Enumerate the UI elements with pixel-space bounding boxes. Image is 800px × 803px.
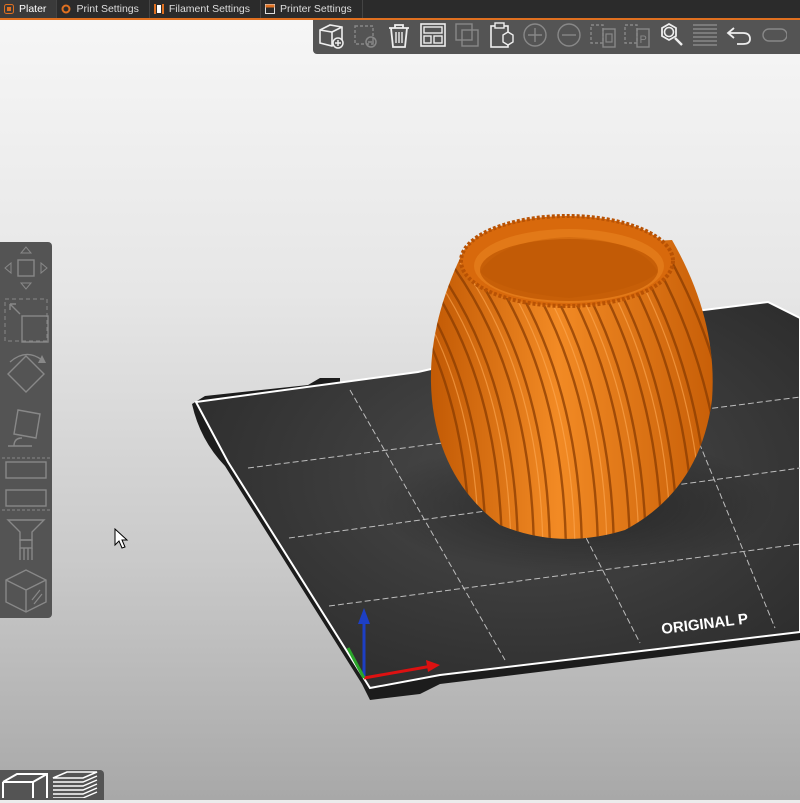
layers-editing-button[interactable] <box>689 21 721 53</box>
tab-printer-settings[interactable]: Printer Settings <box>261 0 363 18</box>
variable-layer-button[interactable] <box>2 568 50 616</box>
rotate-icon <box>2 348 50 405</box>
seam-painting-icon <box>2 516 50 569</box>
delete-all-button[interactable] <box>383 21 415 53</box>
tab-label: Printer Settings <box>280 3 352 15</box>
arrange-icon <box>419 21 447 54</box>
rotate-tool-button[interactable] <box>2 350 50 402</box>
search-icon <box>657 21 685 54</box>
preview-layers-icon <box>51 768 99 803</box>
paste-button[interactable] <box>485 21 517 53</box>
seam-painting-button[interactable] <box>2 518 50 566</box>
add-icon <box>317 21 345 54</box>
3d-viewport[interactable]: ORIGINAL P <box>0 20 800 800</box>
place-on-face-icon <box>2 402 50 459</box>
redo-icon <box>759 21 788 54</box>
printer-icon <box>265 4 276 14</box>
split-parts-icon: P <box>623 21 651 54</box>
redo-button[interactable] <box>757 21 789 53</box>
copy-button[interactable] <box>451 21 483 53</box>
tab-label: Print Settings <box>76 3 139 15</box>
tab-filament-settings[interactable]: Filament Settings <box>150 0 262 18</box>
add-instance-button[interactable] <box>519 21 551 53</box>
remove-instance-button[interactable] <box>553 21 585 53</box>
tab-plater[interactable]: Plater <box>0 0 58 18</box>
split-objects-button[interactable] <box>587 21 619 53</box>
cut-tool-button[interactable] <box>2 456 50 489</box>
preview-button[interactable] <box>50 770 100 800</box>
undo-icon <box>725 21 753 54</box>
delete-icon <box>351 21 379 54</box>
add-instance-icon <box>521 21 549 54</box>
tab-label: Filament Settings <box>168 3 251 15</box>
left-toolbar <box>0 242 52 618</box>
paste-icon <box>487 21 515 54</box>
filament-icon <box>153 4 164 14</box>
plater-icon <box>4 4 14 14</box>
scale-icon <box>2 296 50 351</box>
3d-view-icon <box>1 768 49 803</box>
paint-supports-button[interactable] <box>2 488 50 516</box>
search-button[interactable] <box>655 21 687 53</box>
3d-scene: ORIGINAL P <box>192 214 800 700</box>
undo-button[interactable] <box>723 21 755 53</box>
tab-label: Plater <box>19 3 47 15</box>
mouse-cursor <box>114 527 130 555</box>
delete-button[interactable] <box>349 21 381 53</box>
tab-bar: Plater Print Settings Filament Settings … <box>0 0 800 20</box>
copy-icon <box>453 21 481 54</box>
layers-editing-icon <box>691 21 719 54</box>
view-toolbar <box>0 770 104 800</box>
delete-all-icon <box>385 21 413 54</box>
remove-instance-icon <box>555 21 583 54</box>
move-icon <box>2 243 50 298</box>
add-button[interactable] <box>315 21 347 53</box>
3d-view-button[interactable] <box>0 770 50 800</box>
svg-text:P: P <box>640 34 647 46</box>
scale-tool-button[interactable] <box>2 298 50 348</box>
split-parts-button[interactable]: P <box>621 21 653 53</box>
variable-layer-icon <box>2 566 50 619</box>
split-objects-icon <box>589 21 617 54</box>
top-toolbar: P <box>313 20 800 54</box>
arrange-button[interactable] <box>417 21 449 53</box>
place-on-face-button[interactable] <box>2 404 50 456</box>
paint-supports-icon <box>2 486 50 519</box>
move-tool-button[interactable] <box>2 244 50 296</box>
cut-icon <box>2 456 50 489</box>
tab-print-settings[interactable]: Print Settings <box>57 0 150 18</box>
print-settings-icon <box>61 4 71 14</box>
